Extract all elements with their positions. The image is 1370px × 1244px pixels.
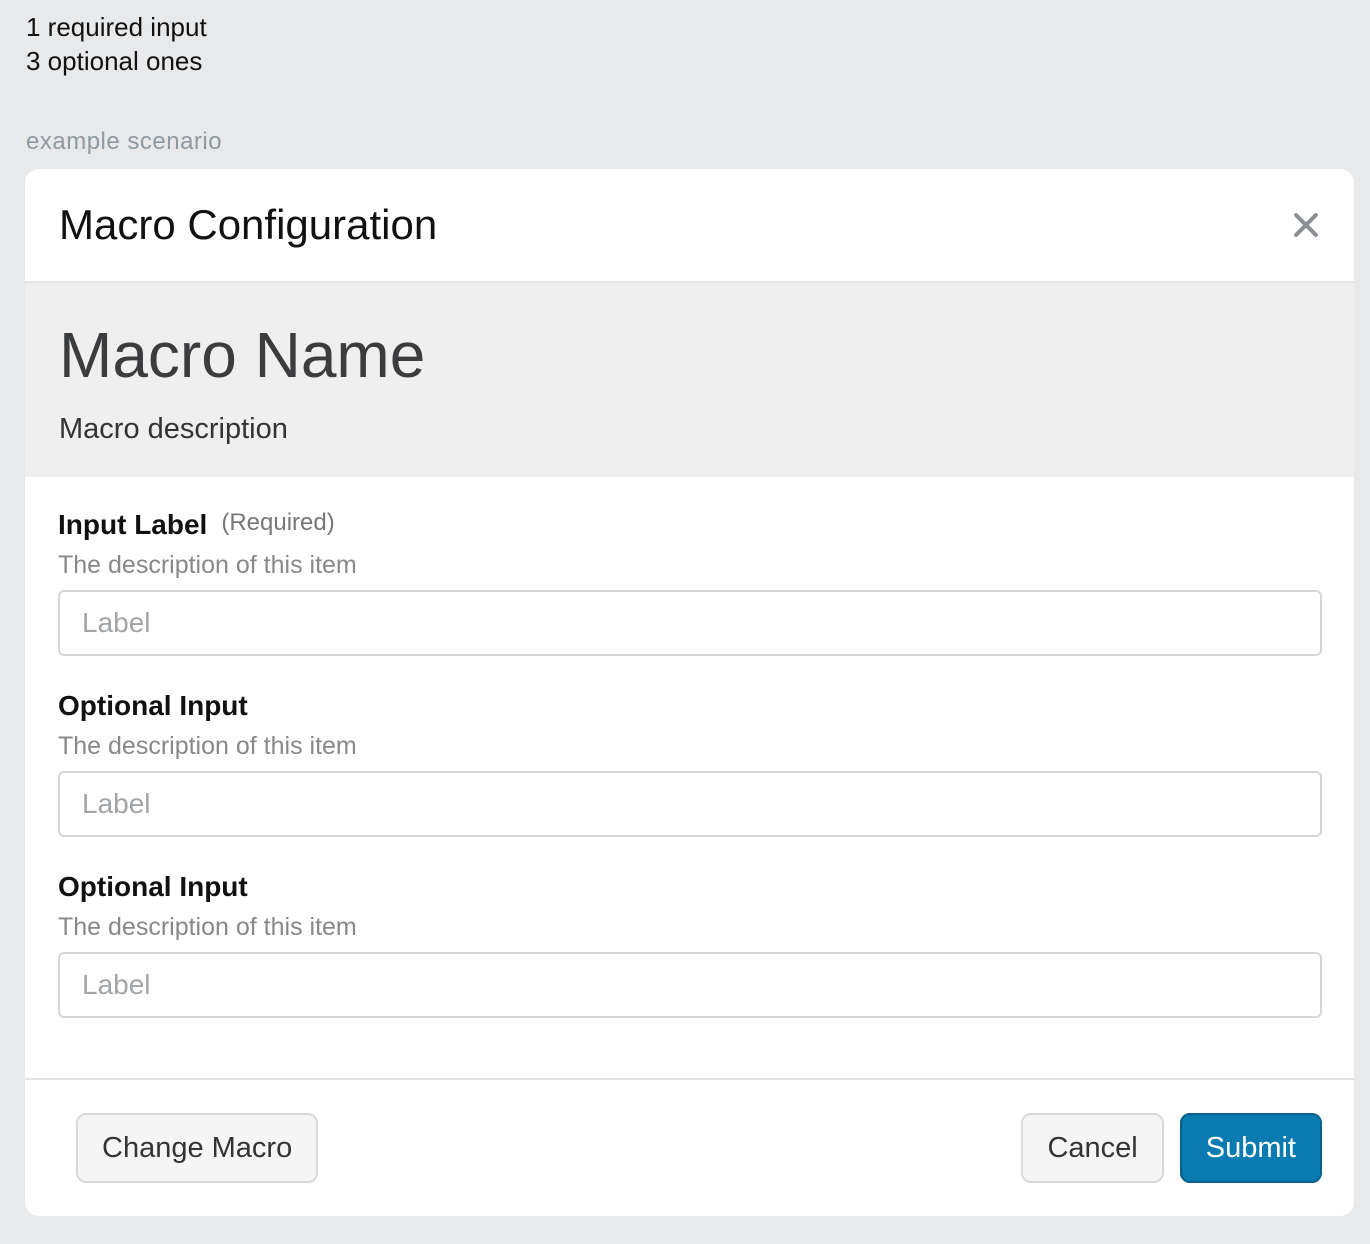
macro-name: Macro Name [59,319,426,391]
field-label: Input Label [58,509,208,540]
field-description: The description of this item [58,732,357,760]
note-optional-count: 3 optional ones [26,46,203,76]
required-indicator: (Required) [221,509,335,536]
field-description: The description of this item [58,913,357,941]
field-description: The description of this item [58,551,357,579]
form-body: Input Label (Required) The description o… [25,477,1354,1018]
change-macro-button[interactable]: Change Macro [76,1113,319,1183]
field-label-row: Optional Input [58,690,1322,722]
modal-header: Macro Configuration [25,169,1354,283]
field-label-row: Optional Input [58,871,1322,903]
optional-input-field-1[interactable] [58,771,1322,837]
modal-title: Macro Configuration [59,201,438,248]
field-optional-input-1: Optional Input The description of this i… [58,690,1322,837]
field-input-label: Input Label (Required) The description o… [58,509,1322,656]
optional-input-field-2[interactable] [58,952,1322,1018]
field-label: Optional Input [58,690,248,721]
footer-actions: Cancel Submit [1021,1113,1322,1183]
macro-description: Macro description [59,413,288,445]
note-required-count: 1 required input [26,12,207,42]
field-label-row: Input Label (Required) [58,509,1322,541]
cancel-button[interactable]: Cancel [1021,1113,1164,1183]
scenario-notes: 1 required input 3 optional ones [26,10,207,78]
submit-button[interactable]: Submit [1179,1113,1322,1183]
macro-info: Macro Name Macro description [25,283,1354,477]
close-icon[interactable] [1288,207,1324,243]
macro-configuration-modal: Macro Configuration Macro Name Macro des… [25,169,1354,1216]
field-label: Optional Input [58,871,248,902]
modal-footer: Change Macro Cancel Submit [25,1078,1354,1216]
field-optional-input-2: Optional Input The description of this i… [58,871,1322,1018]
scenario-label: example scenario [26,128,223,155]
input-label-field[interactable] [58,590,1322,656]
